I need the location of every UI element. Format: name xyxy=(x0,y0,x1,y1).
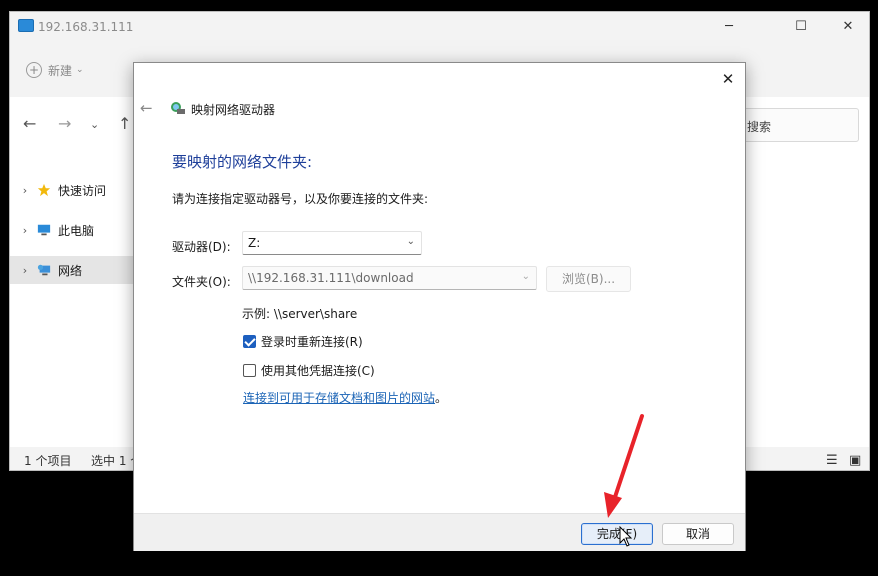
close-icon[interactable]: ✕ xyxy=(825,12,869,42)
plus-icon: + xyxy=(26,62,42,78)
maximize-icon[interactable]: ☐ xyxy=(778,12,824,42)
other-credentials-checkbox-row[interactable]: 使用其他凭据连接(C) xyxy=(243,362,375,379)
forward-arrow-icon[interactable]: → xyxy=(58,114,71,133)
nav-item-quick-access[interactable]: › 快速访问 xyxy=(10,176,135,204)
folder-value: \\192.168.31.111\download xyxy=(248,271,414,285)
nav-item-label: 网络 xyxy=(58,263,83,278)
drive-select[interactable]: Z: ⌄ xyxy=(242,231,422,255)
reconnect-label: 登录时重新连接(R) xyxy=(261,335,363,349)
folder-input[interactable]: \\192.168.31.111\download ⌄ xyxy=(242,266,537,290)
item-count: 1 个项目 xyxy=(24,454,72,468)
new-button-label: 新建 xyxy=(48,63,73,78)
link-suffix: 。 xyxy=(435,391,448,405)
reconnect-checkbox-row[interactable]: 登录时重新连接(R) xyxy=(243,333,363,350)
finish-button[interactable]: 完成(F) xyxy=(581,523,653,545)
explorer-title: 192.168.31.111 xyxy=(38,20,134,34)
reconnect-checkbox[interactable] xyxy=(243,335,256,348)
chevron-right-icon[interactable]: › xyxy=(14,224,36,237)
details-view-icon[interactable]: ☰ xyxy=(826,453,838,468)
up-arrow-icon[interactable]: ↑ xyxy=(118,114,131,133)
nav-item-label: 此电脑 xyxy=(58,223,95,238)
nav-item-this-pc[interactable]: › 此电脑 xyxy=(10,216,135,244)
search-placeholder: 搜索 xyxy=(747,120,772,134)
explorer-title-bar: 192.168.31.111 ─ ☐ ✕ xyxy=(10,12,869,42)
new-button[interactable]: + 新建 ⌄ xyxy=(26,58,84,82)
drive-label: 驱动器(D): xyxy=(172,240,231,254)
nav-item-label: 快速访问 xyxy=(58,183,107,198)
network-drive-icon xyxy=(171,102,185,114)
chevron-down-icon[interactable]: ⌄ xyxy=(407,236,415,247)
minimize-icon[interactable]: ─ xyxy=(706,12,752,42)
chevron-right-icon[interactable]: › xyxy=(14,264,36,277)
chevron-down-icon: ⌄ xyxy=(76,65,84,75)
nav-item-network[interactable]: › 网络 xyxy=(10,256,135,284)
computer-icon xyxy=(37,224,51,236)
example-text: 示例: \\server\share xyxy=(242,307,358,321)
computer-icon xyxy=(18,19,34,32)
website-link-row: 连接到可用于存储文档和图片的网站。 xyxy=(243,389,447,406)
cancel-button[interactable]: 取消 xyxy=(662,523,734,545)
back-arrow-icon[interactable]: ← xyxy=(23,114,36,133)
folder-label: 文件夹(O): xyxy=(172,275,231,289)
chevron-down-icon[interactable]: ⌄ xyxy=(90,118,99,131)
other-credentials-checkbox[interactable] xyxy=(243,364,256,377)
search-input[interactable]: 搜索 xyxy=(738,108,859,142)
dialog-instruction: 请为连接指定驱动器号，以及你要连接的文件夹: xyxy=(172,192,429,206)
back-arrow-icon[interactable]: ← xyxy=(140,99,153,117)
star-icon xyxy=(37,183,51,197)
website-link[interactable]: 连接到可用于存储文档和图片的网站 xyxy=(243,391,435,405)
close-icon[interactable]: ✕ xyxy=(717,68,739,90)
other-credentials-label: 使用其他凭据连接(C) xyxy=(261,364,375,378)
map-network-drive-dialog: ✕ ← 映射网络驱动器 要映射的网络文件夹: 请为连接指定驱动器号，以及你要连接… xyxy=(133,62,746,551)
dialog-footer: 完成(F) 取消 xyxy=(134,513,745,551)
tiles-view-icon[interactable]: ▣ xyxy=(849,453,861,468)
chevron-right-icon[interactable]: › xyxy=(14,184,36,197)
drive-value: Z: xyxy=(248,236,261,250)
browse-button[interactable]: 浏览(B)... xyxy=(546,266,631,292)
dialog-title: 映射网络驱动器 xyxy=(191,103,276,117)
dialog-heading: 要映射的网络文件夹: xyxy=(172,153,313,171)
network-icon xyxy=(37,264,51,276)
chevron-down-icon[interactable]: ⌄ xyxy=(522,271,530,282)
